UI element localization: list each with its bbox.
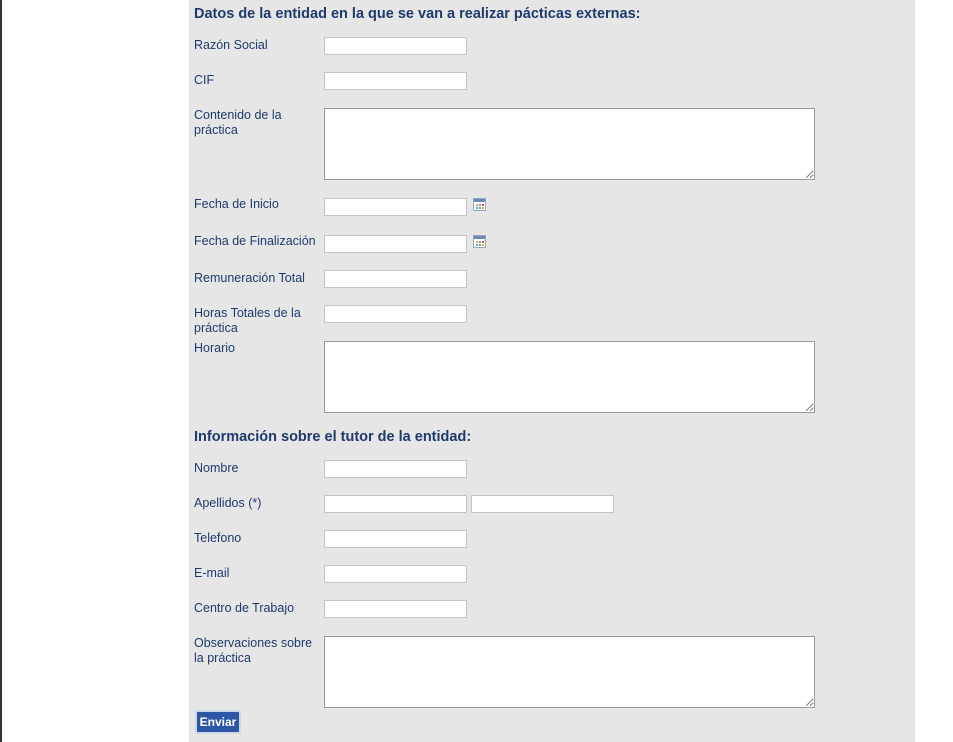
apellido2-input[interactable] <box>471 495 614 513</box>
remuneracion-input[interactable] <box>324 270 467 288</box>
contenido-label: Contenido de la práctica <box>194 108 282 137</box>
contenido-textarea[interactable] <box>324 108 815 180</box>
apellido1-input[interactable] <box>324 495 467 513</box>
left-border <box>0 0 2 742</box>
tutor-section-title: Información sobre el tutor de la entidad… <box>194 429 472 445</box>
apellidos-label: Apellidos (*) <box>194 496 262 510</box>
email-label: E-mail <box>194 566 230 580</box>
observaciones-textarea[interactable] <box>324 636 815 708</box>
horas-label: Horas Totales de la práctica <box>194 306 301 335</box>
razon-social-label: Razón Social <box>194 38 268 52</box>
submit-button[interactable]: Enviar <box>195 710 241 734</box>
email-input[interactable] <box>324 565 467 583</box>
fecha-inicio-input[interactable] <box>324 198 467 216</box>
telefono-label: Telefono <box>194 531 242 545</box>
horario-textarea[interactable] <box>324 341 815 413</box>
razon-social-input[interactable] <box>324 37 467 55</box>
horas-input[interactable] <box>324 305 467 323</box>
fecha-fin-label: Fecha de Finalización <box>194 234 316 248</box>
cif-input[interactable] <box>324 72 467 90</box>
calendar-icon[interactable] <box>473 198 486 211</box>
cif-label: CIF <box>194 73 215 87</box>
centro-label: Centro de Trabajo <box>194 601 295 615</box>
entity-section-title: Datos de la entidad en la que se van a r… <box>194 6 641 22</box>
fecha-fin-input[interactable] <box>324 235 467 253</box>
fecha-inicio-label: Fecha de Inicio <box>194 197 279 211</box>
calendar-icon[interactable] <box>473 235 486 248</box>
remuneracion-label: Remuneración Total <box>194 271 305 285</box>
horario-label: Horario <box>194 341 235 355</box>
nombre-input[interactable] <box>324 460 467 478</box>
nombre-label: Nombre <box>194 461 239 475</box>
observaciones-label: Observaciones sobre la práctica <box>194 636 313 665</box>
centro-input[interactable] <box>324 600 467 618</box>
telefono-input[interactable] <box>324 530 467 548</box>
